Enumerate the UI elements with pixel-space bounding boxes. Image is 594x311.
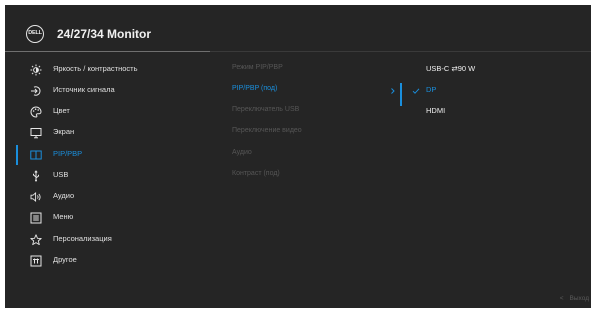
menu-item-label: Аудио: [53, 191, 75, 200]
menu-item-others[interactable]: Другое: [5, 251, 227, 271]
menu-item-pip-pbp[interactable]: PIP/PBP: [5, 145, 227, 165]
menu-item-label: Яркость / контрастность: [53, 64, 138, 73]
submenu-item-video-swap[interactable]: Переключение видео: [232, 123, 402, 143]
menu-item-color[interactable]: Цвет: [5, 102, 227, 122]
option-hdmi[interactable]: HDMI: [410, 102, 580, 122]
selection-divider: [400, 83, 402, 106]
submenu-item-label: Режим PIP/PBP: [232, 64, 283, 71]
option-label: DP: [426, 85, 437, 94]
submenu-item-label: PIP/PBP (под): [232, 85, 278, 92]
menu-item-personalize[interactable]: Персонализация: [5, 230, 227, 250]
menu-item-display[interactable]: Экран: [5, 123, 227, 143]
menu-item-label: Экран: [53, 127, 75, 136]
monitor-osd: DELL 24/27/34 Monitor Яркость / контраст…: [5, 5, 591, 308]
page-title: 24/27/34 Monitor: [57, 27, 152, 41]
menu-item-input-source[interactable]: Источник сигнала: [5, 81, 227, 101]
submenu-item-usb-switch[interactable]: Переключатель USB: [232, 102, 402, 122]
submenu-item-pip-pbp-mode[interactable]: Режим PIP/PBP: [232, 60, 402, 80]
checkmark-icon: [412, 88, 420, 94]
submenu-item-audio[interactable]: Аудио: [232, 145, 402, 165]
option-usb-c[interactable]: USB-C ⇄90 W: [410, 60, 580, 80]
osd-header: DELL 24/27/34 Monitor: [5, 5, 591, 51]
exit-button[interactable]: < Выход: [560, 295, 589, 302]
input-source-icon: [29, 84, 43, 98]
menu-icon: [29, 211, 43, 225]
chevron-right-icon: [391, 88, 395, 94]
chevron-left-icon: <: [559, 295, 564, 302]
submenu-item-contrast-sub[interactable]: Контраст (под): [232, 166, 402, 186]
header-divider-highlight: [5, 51, 210, 52]
submenu-item-label: Переключение видео: [232, 127, 302, 134]
display-icon: [29, 126, 43, 140]
menu-item-label: Меню: [53, 212, 74, 221]
usb-icon: [29, 169, 43, 183]
submenu-item-label: Переключатель USB: [232, 106, 300, 113]
star-icon: [29, 233, 43, 247]
menu-item-label: Персонализация: [53, 234, 112, 243]
submenu-item-label: Аудио: [232, 149, 252, 156]
pip-pbp-icon: [29, 148, 43, 162]
speaker-icon: [29, 190, 43, 204]
menu-item-label: Источник сигнала: [53, 85, 115, 94]
dell-logo: DELL: [26, 25, 44, 43]
menu-item-label: PIP/PBP: [53, 149, 83, 158]
menu-item-label: USB: [53, 170, 69, 179]
submenu-item-label: Контраст (под): [232, 170, 280, 177]
active-indicator: [16, 145, 18, 165]
color-palette-icon: [29, 105, 43, 119]
submenu-item-pip-pbp-sub[interactable]: PIP/PBP (под): [232, 81, 402, 101]
menu-item-usb[interactable]: USB: [5, 166, 227, 186]
option-label: USB-C ⇄90 W: [426, 64, 476, 73]
option-dp[interactable]: DP: [410, 81, 580, 101]
menu-item-label: Цвет: [53, 106, 70, 115]
brightness-icon: [29, 63, 43, 77]
menu-item-audio[interactable]: Аудио: [5, 187, 227, 207]
option-label: HDMI: [426, 106, 446, 115]
menu-item-menu[interactable]: Меню: [5, 208, 227, 228]
menu-item-label: Другое: [53, 255, 77, 264]
menu-item-brightness-contrast[interactable]: Яркость / контрастность: [5, 60, 227, 80]
other-icon: [29, 254, 43, 268]
exit-label: Выход: [569, 295, 589, 302]
